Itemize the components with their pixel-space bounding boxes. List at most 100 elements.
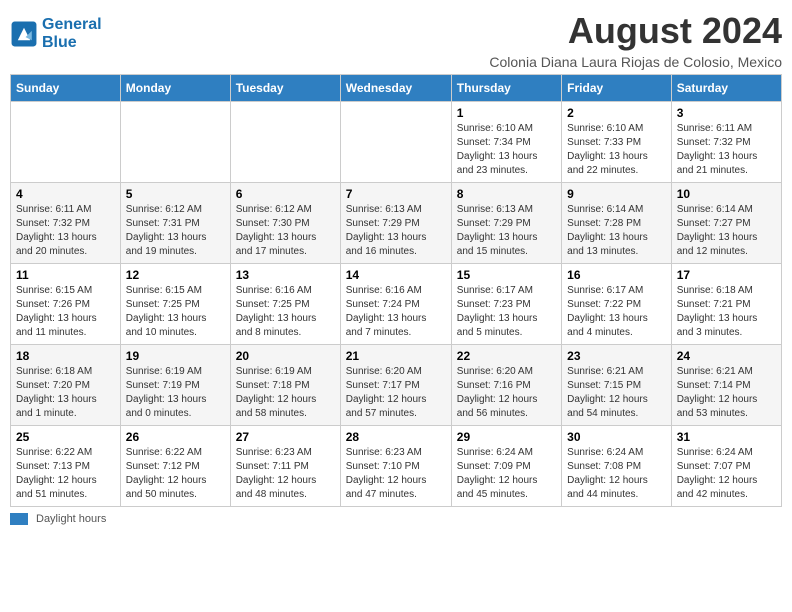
calendar-table: Sunday Monday Tuesday Wednesday Thursday… xyxy=(10,74,782,507)
day-number: 22 xyxy=(457,349,556,363)
day-number: 9 xyxy=(567,187,666,201)
logo: General Blue xyxy=(10,10,102,57)
day-info: Sunrise: 6:18 AM Sunset: 7:20 PM Dayligh… xyxy=(16,365,115,421)
day-number: 3 xyxy=(677,106,776,120)
day-info: Sunrise: 6:15 AM Sunset: 7:26 PM Dayligh… xyxy=(16,284,115,340)
day-info: Sunrise: 6:11 AM Sunset: 7:32 PM Dayligh… xyxy=(16,203,115,259)
day-info: Sunrise: 6:20 AM Sunset: 7:16 PM Dayligh… xyxy=(457,365,556,421)
day-info: Sunrise: 6:23 AM Sunset: 7:10 PM Dayligh… xyxy=(346,446,446,502)
calendar-cell: 22 Sunrise: 6:20 AM Sunset: 7:16 PM Dayli… xyxy=(451,345,561,426)
day-number: 24 xyxy=(677,349,776,363)
calendar-cell: 29Sunrise: 6:24 AM Sunset: 7:09 PM Dayli… xyxy=(451,426,561,507)
title-area: August 2024 Colonia Diana Laura Riojas d… xyxy=(489,10,782,70)
calendar-cell: 17 Sunrise: 6:18 AM Sunset: 7:21 PM Dayli… xyxy=(671,264,781,345)
col-sunday: Sunday xyxy=(11,75,121,102)
calendar-cell: 16 Sunrise: 6:17 AM Sunset: 7:22 PM Dayli… xyxy=(562,264,672,345)
day-info: Sunrise: 6:10 AM Sunset: 7:33 PM Dayligh… xyxy=(567,122,666,178)
day-number: 26 xyxy=(126,430,225,444)
day-number: 8 xyxy=(457,187,556,201)
day-number: 27 xyxy=(236,430,335,444)
calendar-cell: 12 Sunrise: 6:15 AM Sunset: 7:25 PM Dayli… xyxy=(120,264,230,345)
day-number: 1 xyxy=(457,106,556,120)
calendar-cell xyxy=(11,102,121,183)
day-info: Sunrise: 6:24 AM Sunset: 7:08 PM Dayligh… xyxy=(567,446,666,502)
day-number: 28 xyxy=(346,430,446,444)
calendar-cell: 11 Sunrise: 6:15 AM Sunset: 7:26 PM Dayli… xyxy=(11,264,121,345)
week-row-2: 4 Sunrise: 6:11 AM Sunset: 7:32 PM Daylig… xyxy=(11,183,782,264)
day-info: Sunrise: 6:17 AM Sunset: 7:23 PM Dayligh… xyxy=(457,284,556,340)
calendar-cell: 20 Sunrise: 6:19 AM Sunset: 7:18 PM Dayli… xyxy=(230,345,340,426)
location-title: Colonia Diana Laura Riojas de Colosio, M… xyxy=(489,54,782,70)
day-number: 10 xyxy=(677,187,776,201)
calendar-cell xyxy=(340,102,451,183)
day-info: Sunrise: 6:12 AM Sunset: 7:30 PM Dayligh… xyxy=(236,203,335,259)
calendar-cell: 21 Sunrise: 6:20 AM Sunset: 7:17 PM Dayli… xyxy=(340,345,451,426)
day-info: Sunrise: 6:22 AM Sunset: 7:13 PM Dayligh… xyxy=(16,446,115,502)
day-info: Sunrise: 6:13 AM Sunset: 7:29 PM Dayligh… xyxy=(346,203,446,259)
day-number: 12 xyxy=(126,268,225,282)
calendar-cell: 2 Sunrise: 6:10 AM Sunset: 7:33 PM Daylig… xyxy=(562,102,672,183)
day-info: Sunrise: 6:17 AM Sunset: 7:22 PM Dayligh… xyxy=(567,284,666,340)
col-monday: Monday xyxy=(120,75,230,102)
day-number: 2 xyxy=(567,106,666,120)
day-info: Sunrise: 6:18 AM Sunset: 7:21 PM Dayligh… xyxy=(677,284,776,340)
day-number: 15 xyxy=(457,268,556,282)
day-number: 16 xyxy=(567,268,666,282)
calendar-cell: 31 Sunrise: 6:24 AM Sunset: 7:07 PM Dayli… xyxy=(671,426,781,507)
day-info: Sunrise: 6:19 AM Sunset: 7:19 PM Dayligh… xyxy=(126,365,225,421)
daylight-swatch xyxy=(10,513,28,525)
day-number: 18 xyxy=(16,349,115,363)
day-number: 21 xyxy=(346,349,446,363)
day-info: Sunrise: 6:24 AM Sunset: 7:09 PM Dayligh… xyxy=(457,446,556,502)
day-number: 13 xyxy=(236,268,335,282)
day-info: Sunrise: 6:13 AM Sunset: 7:29 PM Dayligh… xyxy=(457,203,556,259)
week-row-3: 11 Sunrise: 6:15 AM Sunset: 7:26 PM Dayli… xyxy=(11,264,782,345)
header-row: Sunday Monday Tuesday Wednesday Thursday… xyxy=(11,75,782,102)
calendar-cell: 30 Sunrise: 6:24 AM Sunset: 7:08 PM Dayli… xyxy=(562,426,672,507)
day-number: 30 xyxy=(567,430,666,444)
day-number: 23 xyxy=(567,349,666,363)
day-info: Sunrise: 6:20 AM Sunset: 7:17 PM Dayligh… xyxy=(346,365,446,421)
day-number: 20 xyxy=(236,349,335,363)
logo-icon xyxy=(10,20,38,48)
day-info: Sunrise: 6:23 AM Sunset: 7:11 PM Dayligh… xyxy=(236,446,335,502)
col-saturday: Saturday xyxy=(671,75,781,102)
calendar-cell: 19Sunrise: 6:19 AM Sunset: 7:19 PM Dayli… xyxy=(120,345,230,426)
calendar-cell: 23Sunrise: 6:21 AM Sunset: 7:15 PM Dayli… xyxy=(562,345,672,426)
calendar-cell: 5Sunrise: 6:12 AM Sunset: 7:31 PM Daylig… xyxy=(120,183,230,264)
day-number: 11 xyxy=(16,268,115,282)
week-row-4: 18 Sunrise: 6:18 AM Sunset: 7:20 PM Dayli… xyxy=(11,345,782,426)
day-info: Sunrise: 6:15 AM Sunset: 7:25 PM Dayligh… xyxy=(126,284,225,340)
calendar-cell: 1 Sunrise: 6:10 AM Sunset: 7:34 PM Daylig… xyxy=(451,102,561,183)
day-info: Sunrise: 6:24 AM Sunset: 7:07 PM Dayligh… xyxy=(677,446,776,502)
calendar-cell: 25 Sunrise: 6:22 AM Sunset: 7:13 PM Dayli… xyxy=(11,426,121,507)
week-row-5: 25 Sunrise: 6:22 AM Sunset: 7:13 PM Dayli… xyxy=(11,426,782,507)
day-number: 31 xyxy=(677,430,776,444)
calendar-cell: 13Sunrise: 6:16 AM Sunset: 7:25 PM Dayli… xyxy=(230,264,340,345)
day-number: 17 xyxy=(677,268,776,282)
day-info: Sunrise: 6:19 AM Sunset: 7:18 PM Dayligh… xyxy=(236,365,335,421)
day-number: 25 xyxy=(16,430,115,444)
day-number: 14 xyxy=(346,268,446,282)
logo-line2: Blue xyxy=(42,34,77,51)
day-number: 5 xyxy=(126,187,225,201)
calendar-cell: 8 Sunrise: 6:13 AM Sunset: 7:29 PM Daylig… xyxy=(451,183,561,264)
calendar-cell: 27 Sunrise: 6:23 AM Sunset: 7:11 PM Dayli… xyxy=(230,426,340,507)
day-info: Sunrise: 6:10 AM Sunset: 7:34 PM Dayligh… xyxy=(457,122,556,178)
week-row-1: 1 Sunrise: 6:10 AM Sunset: 7:34 PM Daylig… xyxy=(11,102,782,183)
calendar-cell: 6 Sunrise: 6:12 AM Sunset: 7:30 PM Daylig… xyxy=(230,183,340,264)
month-title: August 2024 xyxy=(489,10,782,52)
calendar-cell: 9 Sunrise: 6:14 AM Sunset: 7:28 PM Daylig… xyxy=(562,183,672,264)
calendar-cell: 10Sunrise: 6:14 AM Sunset: 7:27 PM Dayli… xyxy=(671,183,781,264)
calendar-cell: 28 Sunrise: 6:23 AM Sunset: 7:10 PM Dayli… xyxy=(340,426,451,507)
day-number: 4 xyxy=(16,187,115,201)
calendar-cell: 14Sunrise: 6:16 AM Sunset: 7:24 PM Dayli… xyxy=(340,264,451,345)
day-info: Sunrise: 6:14 AM Sunset: 7:28 PM Dayligh… xyxy=(567,203,666,259)
calendar-cell xyxy=(230,102,340,183)
calendar-cell: 15 Sunrise: 6:17 AM Sunset: 7:23 PM Dayli… xyxy=(451,264,561,345)
logo-line1: General xyxy=(42,16,102,33)
day-number: 6 xyxy=(236,187,335,201)
calendar-cell: 24 Sunrise: 6:21 AM Sunset: 7:14 PM Dayli… xyxy=(671,345,781,426)
col-wednesday: Wednesday xyxy=(340,75,451,102)
day-info: Sunrise: 6:21 AM Sunset: 7:14 PM Dayligh… xyxy=(677,365,776,421)
